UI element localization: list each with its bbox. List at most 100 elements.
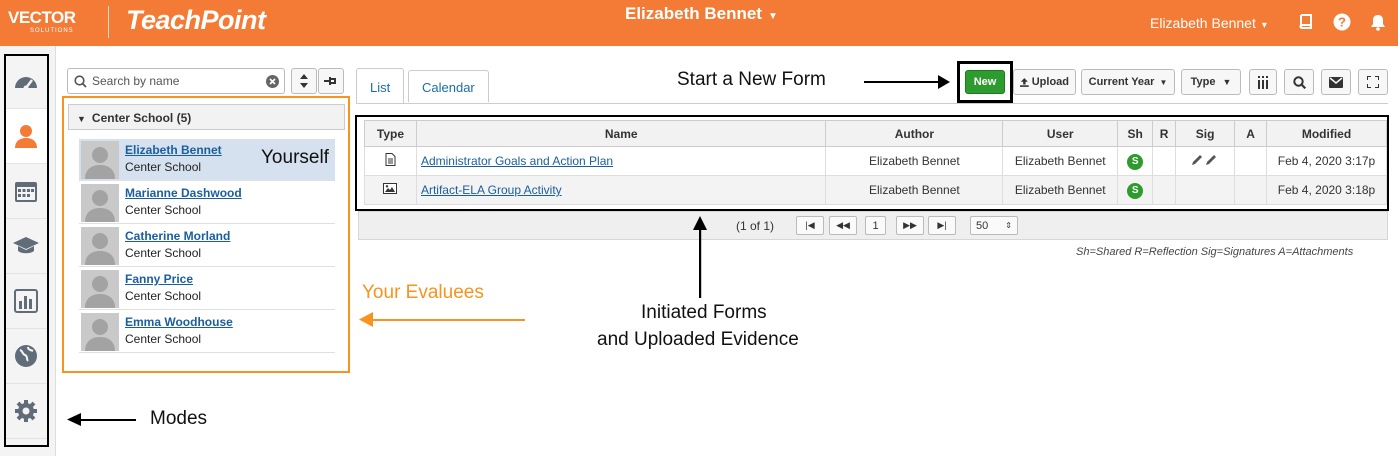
caret-down-icon: ▼ (1222, 77, 1232, 87)
evaluee-item[interactable]: Catherine Morland Center School (79, 225, 335, 267)
table-row: Administrator Goals and Action Plan Eliz… (364, 146, 1387, 176)
next-page-button[interactable]: ▶▶ (896, 216, 924, 235)
shared-cell: S (1117, 146, 1154, 176)
first-page-icon: |◀ (805, 220, 815, 230)
evaluee-item[interactable]: Emma Woodhouse Center School (79, 311, 335, 353)
sort-icon (300, 74, 308, 88)
column-header[interactable]: Type (364, 120, 417, 147)
arrow-line (79, 419, 136, 421)
vector-logo: VECTOR (8, 8, 76, 27)
column-header[interactable]: Name (415, 120, 827, 147)
reflection-cell (1152, 146, 1177, 176)
user-menu[interactable]: Elizabeth Bennet ▾ (1150, 15, 1267, 31)
logo-divider (108, 6, 109, 38)
search-button[interactable] (1284, 69, 1314, 95)
column-header[interactable]: Sig (1175, 120, 1236, 147)
author-cell: Elizabeth Bennet (825, 146, 1004, 176)
user-menu-label: Elizabeth Bennet (1150, 15, 1256, 31)
column-header[interactable]: A (1234, 120, 1268, 147)
author-cell: Elizabeth Bennet (825, 175, 1004, 205)
annotation-forms-line1: Initiated Forms (641, 302, 767, 323)
evaluee-school: Center School (125, 160, 202, 174)
upload-button[interactable]: Upload (1013, 69, 1076, 95)
per-page-value: 50 (976, 219, 989, 232)
pin-button[interactable] (318, 68, 344, 94)
group-header[interactable]: ▼ Center School (5) (68, 104, 345, 130)
sort-button[interactable] (291, 68, 317, 94)
type-filter-label: Type (1190, 76, 1216, 88)
arrow-left-icon (359, 312, 373, 327)
column-header[interactable]: Author (825, 120, 1004, 147)
annotation-evaluees: Your Evaluees (362, 282, 484, 303)
annotation-yourself: Yourself (261, 147, 329, 168)
type-filter-dropdown[interactable]: Type ▼ (1181, 69, 1241, 95)
help-icon[interactable]: ? (1332, 12, 1352, 32)
name-cell: Artifact-ELA Group Activity (415, 175, 827, 205)
column-header[interactable]: Sh (1117, 120, 1154, 147)
evaluee-name[interactable]: Emma Woodhouse (125, 315, 233, 329)
prev-page-icon: ◀◀ (836, 220, 850, 230)
evaluee-item[interactable]: Fanny Price Center School (79, 268, 335, 310)
column-header[interactable]: Modified (1266, 120, 1387, 147)
svg-text:?: ? (1338, 15, 1346, 30)
annotation-modes: Modes (150, 408, 208, 429)
tab-list[interactable]: List (356, 68, 405, 104)
page-count: (1 of 1) (736, 219, 775, 233)
avatar (81, 313, 119, 351)
form-link[interactable]: Artifact-ELA Group Activity (421, 183, 562, 197)
search-input[interactable] (92, 72, 262, 90)
pager: (1 of 1) |◀ ◀◀ 1 ▶▶ ▶| 50 ⇕ (358, 211, 1388, 240)
evaluee-item[interactable]: Marianne Dashwood Center School (79, 182, 335, 224)
shared-badge: S (1127, 182, 1144, 199)
search-field[interactable] (67, 68, 285, 94)
next-page-icon: ▶▶ (903, 220, 917, 230)
column-header[interactable]: R (1152, 120, 1177, 147)
prev-page-button[interactable]: ◀◀ (829, 216, 857, 235)
first-page-button[interactable]: |◀ (796, 216, 824, 235)
columns-button[interactable] (1249, 69, 1277, 95)
caret-down-icon: ▼ (1159, 77, 1168, 87)
tab-calendar[interactable]: Calendar (408, 70, 489, 102)
book-icon[interactable] (1296, 12, 1316, 32)
year-filter-dropdown[interactable]: Current Year ▼ (1081, 69, 1175, 95)
upload-icon (1020, 77, 1029, 87)
arrow-right-icon (938, 75, 950, 89)
form-link[interactable]: Administrator Goals and Action Plan (421, 154, 613, 168)
email-button[interactable] (1321, 69, 1351, 95)
evaluee-name[interactable]: Fanny Price (125, 272, 193, 286)
top-bar: VECTOR SOLUTIONS TeachPoint Elizabeth Be… (0, 0, 1398, 46)
last-page-button[interactable]: ▶| (928, 216, 956, 235)
table-row: Artifact-ELA Group Activity Elizabeth Be… (364, 175, 1387, 205)
reflection-cell (1152, 175, 1177, 205)
attachments-cell (1234, 175, 1268, 205)
signatures-cell (1175, 146, 1236, 176)
per-page-select[interactable]: 50 ⇕ (970, 216, 1018, 235)
last-page-icon: ▶| (937, 220, 947, 230)
evaluee-name[interactable]: Catherine Morland (125, 229, 230, 243)
new-form-button[interactable]: New (965, 70, 1005, 94)
avatar (81, 184, 119, 222)
forms-table: Type Name Author User Sh R Sig A Modifie… (364, 120, 1387, 205)
evaluee-switcher[interactable]: Elizabeth Bennet ▼ (625, 4, 778, 24)
modes-highlight-box (4, 54, 49, 447)
evaluee-name[interactable]: Marianne Dashwood (125, 186, 242, 200)
year-filter-label: Current Year (1088, 76, 1155, 88)
fullscreen-button[interactable] (1358, 69, 1388, 95)
page-number-button[interactable]: 1 (865, 216, 886, 235)
bell-icon[interactable] (1368, 12, 1388, 32)
image-icon (383, 183, 398, 194)
column-header[interactable]: User (1002, 120, 1119, 147)
clear-search-icon[interactable] (266, 75, 279, 88)
column-legend: Sh=Shared R=Reflection Sig=Signatures A=… (1076, 246, 1354, 258)
group-label: Center School (5) (91, 111, 192, 125)
evaluee-school: Center School (125, 289, 202, 303)
name-cell: Administrator Goals and Action Plan (415, 146, 827, 176)
magnifier-icon (1292, 75, 1306, 89)
evaluee-school: Center School (125, 332, 202, 346)
avatar (81, 270, 119, 308)
evaluee-name[interactable]: Elizabeth Bennet (125, 143, 222, 157)
columns-icon (1258, 75, 1268, 89)
triangle-down-icon: ▼ (77, 114, 86, 124)
document-icon (385, 153, 396, 166)
upload-label: Upload (1031, 76, 1069, 88)
